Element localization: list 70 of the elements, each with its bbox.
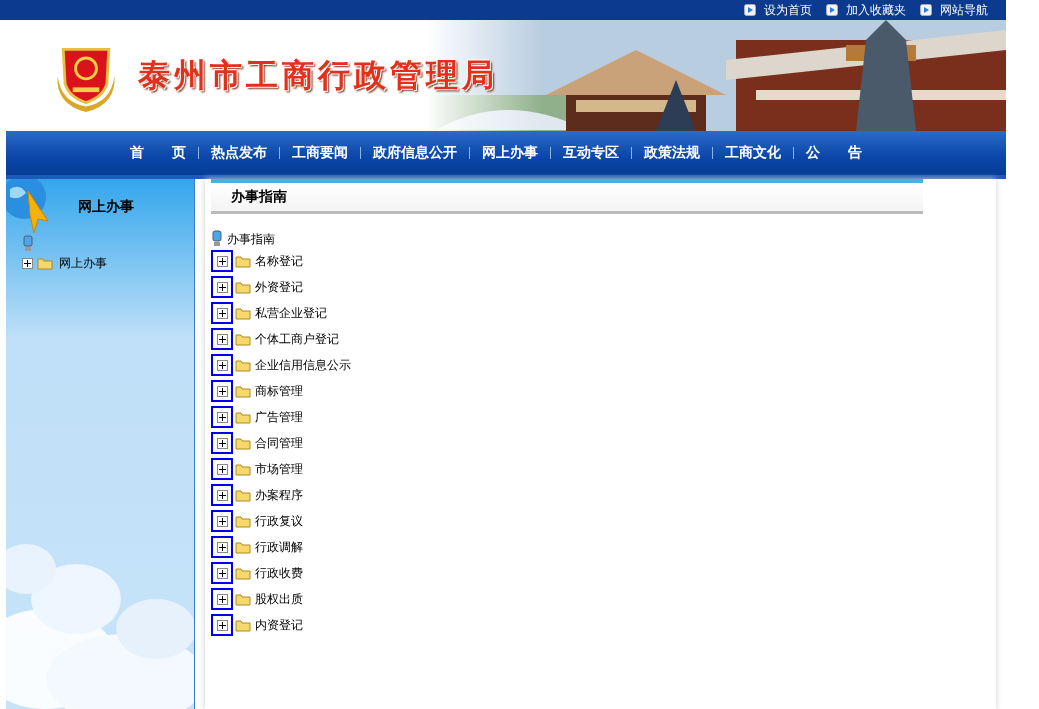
sidebar-title: 网上办事: [78, 198, 134, 216]
tree-item[interactable]: 办案程序: [255, 486, 303, 504]
plus-icon[interactable]: [211, 588, 233, 610]
plus-icon[interactable]: [211, 484, 233, 506]
nav-link[interactable]: 工商要闻: [292, 144, 348, 162]
tree-item[interactable]: 股权出质: [255, 590, 303, 608]
plus-icon[interactable]: [211, 250, 233, 272]
tree-item[interactable]: 内资登记: [255, 616, 303, 634]
plus-icon[interactable]: [211, 354, 233, 376]
nav-link[interactable]: 公 告: [806, 144, 862, 162]
folder-icon: [235, 462, 251, 476]
folder-icon: [37, 257, 53, 270]
folder-icon: [235, 410, 251, 424]
plus-icon[interactable]: [211, 510, 233, 532]
tree-root: 办事指南: [227, 231, 275, 248]
play-icon: [826, 4, 838, 16]
plus-icon[interactable]: [22, 258, 33, 269]
folder-icon: [235, 566, 251, 580]
nav-link[interactable]: 网上办事: [482, 144, 538, 162]
folder-icon: [235, 436, 251, 450]
plus-icon[interactable]: [211, 562, 233, 584]
tree-item[interactable]: 名称登记: [255, 252, 303, 270]
folder-icon: [235, 280, 251, 294]
globe-cursor-icon: [6, 179, 52, 235]
tree-item[interactable]: 广告管理: [255, 408, 303, 426]
computer-icon: [211, 230, 223, 248]
nav-link[interactable]: 工商文化: [725, 144, 781, 162]
folder-icon: [235, 254, 251, 268]
nav-link[interactable]: 互动专区: [563, 144, 619, 162]
tree-item[interactable]: 行政调解: [255, 538, 303, 556]
plus-icon[interactable]: [211, 406, 233, 428]
top-link[interactable]: 加入收藏夹: [826, 1, 906, 19]
folder-icon: [235, 306, 251, 320]
folder-icon: [235, 540, 251, 554]
computer-icon: [22, 235, 34, 253]
plus-icon[interactable]: [211, 536, 233, 558]
top-link[interactable]: 网站导航: [920, 1, 988, 19]
plus-icon[interactable]: [211, 302, 233, 324]
plus-icon[interactable]: [211, 328, 233, 350]
folder-icon: [235, 358, 251, 372]
tree-item[interactable]: 合同管理: [255, 434, 303, 452]
folder-icon: [235, 384, 251, 398]
plus-icon[interactable]: [211, 614, 233, 636]
tree-item[interactable]: 行政收费: [255, 564, 303, 582]
play-icon: [920, 4, 932, 16]
play-icon: [744, 4, 756, 16]
tree-item[interactable]: 市场管理: [255, 460, 303, 478]
nav-link[interactable]: 政府信息公开: [373, 144, 457, 162]
plus-icon[interactable]: [211, 380, 233, 402]
nav-link[interactable]: 热点发布: [211, 144, 267, 162]
nav-link[interactable]: 政策法规: [644, 144, 700, 162]
plus-icon[interactable]: [211, 458, 233, 480]
folder-icon: [235, 514, 251, 528]
tree-item[interactable]: 企业信用信息公示: [255, 356, 351, 374]
folder-icon: [235, 332, 251, 346]
tree-item[interactable]: 网上办事: [59, 255, 107, 272]
folder-icon: [235, 618, 251, 632]
plus-icon[interactable]: [211, 432, 233, 454]
tree-item[interactable]: 外资登记: [255, 278, 303, 296]
tree-item[interactable]: 商标管理: [255, 382, 303, 400]
tree-item[interactable]: 个体工商户登记: [255, 330, 339, 348]
tree-item[interactable]: 行政复议: [255, 512, 303, 530]
folder-icon: [235, 488, 251, 502]
nav-link[interactable]: 首 页: [130, 144, 186, 162]
top-link[interactable]: 设为首页: [744, 1, 812, 19]
tree-item[interactable]: 私营企业登记: [255, 304, 327, 322]
plus-icon[interactable]: [211, 276, 233, 298]
site-title: 泰州市工商行政管理局: [138, 54, 498, 96]
section-title: 办事指南: [231, 188, 287, 206]
folder-icon: [235, 592, 251, 606]
